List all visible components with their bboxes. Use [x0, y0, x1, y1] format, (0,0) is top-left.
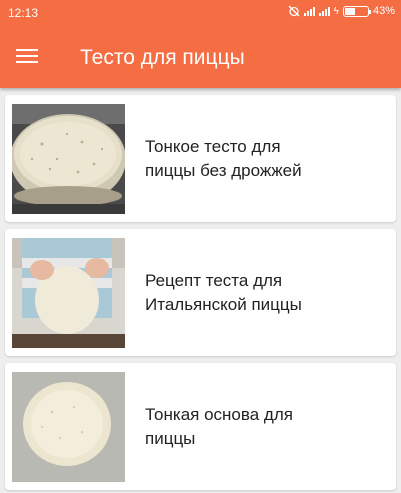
battery-icon — [342, 5, 371, 17]
status-bar: 12:13 ϟ 43% — [0, 0, 401, 28]
recipe-title: Тонкая основа для пиццы — [145, 405, 293, 448]
charging-icon: ϟ — [333, 5, 339, 17]
signal-icon-2 — [318, 6, 330, 16]
signal-icon — [303, 6, 315, 16]
recipe-card[interactable]: Рецепт теста для Итальянской пиццы — [5, 229, 396, 356]
recipe-image-dough-bowl — [12, 104, 125, 214]
page-title: Тесто для пиццы — [80, 46, 245, 69]
hamburger-menu-icon[interactable] — [14, 46, 40, 70]
recipe-title: Тонкое тесто для пиццы без дрожжей — [145, 137, 302, 180]
app-bar: Тесто для пиццы — [0, 28, 401, 88]
recipe-title: Рецепт теста для Итальянской пиццы — [145, 271, 302, 314]
status-icons: ϟ 43% — [288, 5, 395, 17]
recipe-image-dough-base — [12, 372, 125, 482]
recipe-card[interactable]: Тонкая основа для пиццы — [5, 363, 396, 490]
recipe-card[interactable]: Тонкое тесто для пиццы без дрожжей — [5, 95, 396, 222]
recipe-image-hands-dough — [12, 238, 125, 348]
battery-percent: 43% — [372, 5, 395, 17]
alarm-off-icon — [288, 5, 300, 17]
status-time: 12:13 — [8, 6, 39, 20]
